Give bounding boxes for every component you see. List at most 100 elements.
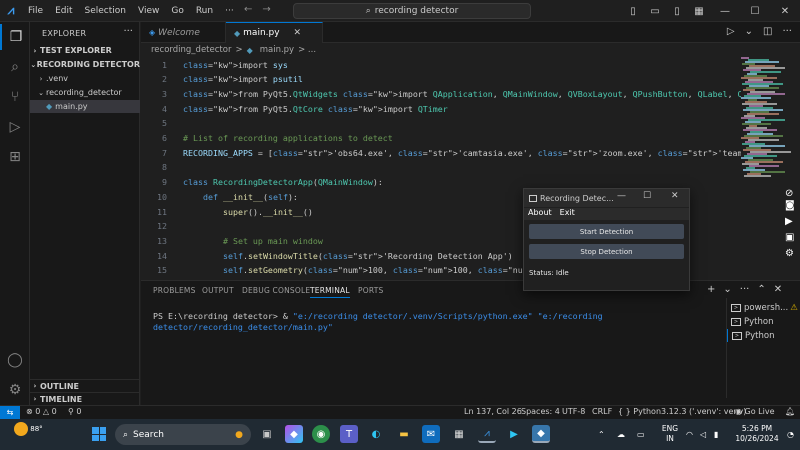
terminal-output[interactable]: PS E:\recording detector> & "e:/recordin…: [153, 311, 723, 333]
code-line[interactable]: 8: [141, 160, 167, 175]
extensions-icon[interactable]: ⊞: [0, 144, 30, 170]
command-center[interactable]: ⌕ recording detector: [293, 3, 531, 19]
video-icon[interactable]: ▶: [785, 216, 793, 227]
code-line[interactable]: 3 class="kw">from PyQt5.QtWidgets class="…: [141, 86, 741, 101]
app-menu-exit[interactable]: Exit: [560, 208, 575, 220]
menu-file[interactable]: File: [22, 6, 49, 16]
wifi-icon[interactable]: ◠: [686, 419, 693, 450]
window-icon[interactable]: ▣: [785, 232, 794, 243]
python-interpreter[interactable]: 3.12.3 ('.venv': venv): [661, 407, 746, 416]
terminal-item-python-1[interactable]: > Python: [731, 315, 773, 328]
new-terminal-icon[interactable]: +: [707, 284, 715, 295]
code-line[interactable]: 10 def __init__(self):: [141, 189, 298, 204]
search-view-icon[interactable]: ⌕: [0, 54, 30, 80]
tray-overflow-icon[interactable]: ⌃: [598, 419, 605, 450]
menu-go[interactable]: Go: [165, 6, 189, 16]
copilot-icon[interactable]: ◆: [285, 425, 303, 443]
code-line[interactable]: 5: [141, 116, 167, 131]
go-live[interactable]: ◉ Go Live: [735, 407, 775, 416]
terminal-item-python-2[interactable]: > Python: [727, 329, 774, 342]
panel-tab-debug-console[interactable]: DEBUG CONSOLE: [242, 286, 310, 295]
code-line[interactable]: 6 # List of recording applications to det…: [141, 131, 393, 146]
split-editor-icon[interactable]: ◫: [763, 26, 772, 37]
maximize-panel-icon[interactable]: ⌃: [757, 284, 765, 295]
more-actions-icon[interactable]: ···: [782, 26, 792, 37]
section-outline[interactable]: › OUTLINE: [30, 379, 140, 392]
indentation[interactable]: Spaces: 4: [521, 407, 560, 416]
menu-more[interactable]: ···: [219, 6, 240, 16]
start-detection-button[interactable]: Start Detection: [529, 224, 684, 239]
tab-main-py[interactable]: ◆ main.py ✕: [226, 22, 323, 43]
section-timeline[interactable]: › TIMELINE: [30, 392, 140, 405]
onedrive-icon[interactable]: ☁: [617, 419, 625, 450]
encoding[interactable]: UTF-8: [562, 407, 585, 416]
code-line[interactable]: 4 class="kw">from PyQt5.QtCore class="kw"…: [141, 101, 448, 116]
edge-icon[interactable]: ◐: [367, 425, 385, 443]
store-icon[interactable]: ▦: [450, 425, 468, 443]
problems-status[interactable]: ⊗ 0 △ 0: [26, 407, 57, 416]
clock[interactable]: 5:26 PM 10/26/2024: [732, 424, 782, 444]
battery-icon[interactable]: ▭: [637, 419, 645, 450]
python-app-icon[interactable]: ◆: [532, 425, 550, 443]
toggle-panel-icon[interactable]: ▭: [644, 6, 666, 17]
section-test-explorer[interactable]: › TEST EXPLORER: [30, 44, 140, 57]
panel-tab-terminal[interactable]: TERMINAL: [310, 286, 350, 298]
back-arrow-icon[interactable]: ←: [244, 4, 252, 15]
vscode-taskbar-icon[interactable]: ⩘: [478, 425, 496, 443]
app-minimize-icon[interactable]: —: [617, 191, 626, 201]
menu-selection[interactable]: Selection: [79, 6, 132, 16]
notifications-bell-icon[interactable]: 🔔︎: [785, 407, 795, 416]
toggle-secondary-sidebar-icon[interactable]: ▯: [666, 6, 688, 17]
app-close-icon[interactable]: ✕: [671, 191, 679, 201]
breadcrumb-file[interactable]: main.py: [260, 45, 294, 55]
source-control-icon[interactable]: ⑂: [0, 84, 30, 110]
explorer-icon[interactable]: ❐: [0, 24, 30, 50]
section-recording-detector[interactable]: ⌄ RECORDING DETECTOR: [30, 58, 140, 71]
close-icon[interactable]: ✕: [770, 6, 800, 17]
notification-center-icon[interactable]: ◔: [787, 419, 794, 450]
menu-view[interactable]: View: [132, 6, 165, 16]
camera-icon[interactable]: ◙: [785, 200, 795, 211]
close-tab-icon[interactable]: ✕: [294, 28, 302, 38]
taskbar-search[interactable]: ⌕ Search ●: [115, 424, 251, 445]
language-indicator[interactable]: ENG IN: [660, 424, 680, 444]
remote-indicator-icon[interactable]: ⇆: [0, 405, 20, 420]
gear-icon[interactable]: ⚙: [785, 248, 794, 259]
run-dropdown-icon[interactable]: ⌄: [745, 26, 753, 37]
explorer-more-icon[interactable]: ···: [123, 26, 133, 37]
windows-start-icon[interactable]: [92, 427, 106, 441]
breadcrumb-symbol[interactable]: > ...: [298, 45, 316, 55]
terminal-dropdown-icon[interactable]: ⌄: [723, 284, 731, 295]
line-ending[interactable]: CRLF: [592, 407, 612, 416]
language-mode[interactable]: { } Python: [618, 407, 661, 416]
forward-arrow-icon[interactable]: →: [262, 4, 270, 15]
code-line[interactable]: 1 class="kw">import sys: [141, 57, 288, 72]
maximize-icon[interactable]: ☐: [740, 6, 770, 17]
code-line[interactable]: 9 class RecordingDetectorApp(QMainWindow)…: [141, 175, 383, 190]
tree-item-main-py[interactable]: ◆ main.py: [30, 100, 140, 113]
menu-run[interactable]: Run: [190, 6, 219, 16]
stop-detection-button[interactable]: Stop Detection: [529, 244, 684, 259]
tab-welcome[interactable]: ◈ Welcome: [141, 22, 226, 43]
app-menu-about[interactable]: About: [528, 208, 552, 220]
code-line[interactable]: 7 RECORDING_APPS = [class="str">'obs64.ex…: [141, 145, 741, 160]
close-panel-icon[interactable]: ✕: [774, 284, 782, 295]
tree-item-venv[interactable]: › .venv: [30, 72, 140, 85]
breadcrumb-folder[interactable]: recording_detector: [151, 45, 231, 55]
customize-layout-icon[interactable]: ▦: [688, 6, 710, 17]
cursor-position[interactable]: Ln 137, Col 26: [464, 407, 522, 416]
terminal-item-powershell[interactable]: > powersh... ⚠: [731, 301, 798, 314]
account-icon[interactable]: ◯: [0, 347, 30, 373]
code-line[interactable]: 15 self.setGeometry(class="num">100, cla…: [141, 263, 643, 277]
code-line[interactable]: 11 super().__init__(): [141, 204, 313, 219]
tree-item-recording-detector[interactable]: ⌄ recording_detector: [30, 86, 140, 99]
panel-tab-problems[interactable]: PROBLEMS: [153, 286, 196, 295]
task-view-icon[interactable]: ▣: [258, 425, 276, 443]
code-line[interactable]: 14 self.setWindowTitle(class="str">'Reco…: [141, 248, 513, 263]
mail-icon[interactable]: ✉: [422, 425, 440, 443]
run-python-icon[interactable]: ▷: [727, 26, 735, 37]
panel-tab-ports[interactable]: PORTS: [358, 286, 383, 295]
code-line[interactable]: 2 class="kw">import psutil: [141, 72, 303, 87]
file-explorer-icon[interactable]: ▬: [395, 425, 413, 443]
chrome-icon[interactable]: ◉: [312, 425, 330, 443]
